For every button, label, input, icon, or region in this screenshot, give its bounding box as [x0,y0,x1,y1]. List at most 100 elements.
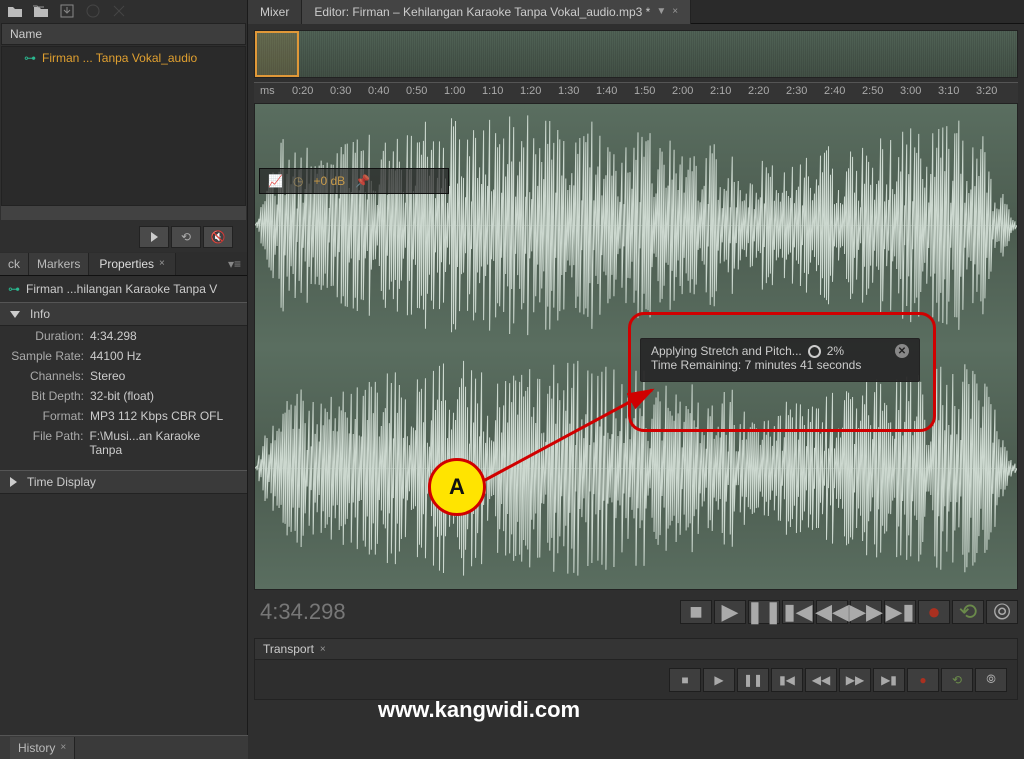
stop-button[interactable]: ■ [680,600,712,624]
disclosure-right-icon [10,477,17,487]
open-recent-icon[interactable] [32,3,50,19]
hud-controls[interactable]: 📈 ◷ +0 dB 📌 [259,168,449,194]
audio-hardware-icon [84,3,102,19]
tab-markers[interactable]: Markers [29,253,89,275]
format-label: Format: [0,409,90,423]
ruler-tick: 1:00 [444,85,465,97]
ruler-tick: 3:00 [900,85,921,97]
forward-button[interactable]: ▶▶ [839,668,871,692]
ruler-tick: 2:50 [862,85,883,97]
files-toolbar [0,0,247,22]
history-panel-bar: History × [0,735,248,759]
close-icon[interactable]: × [320,644,326,655]
files-column-header[interactable]: Name [1,23,246,45]
play-button[interactable]: ▶ [703,668,735,692]
editor-tabs: Mixer Editor: Firman – Kehilangan Karaok… [248,0,1024,24]
ruler-tick: 3:20 [976,85,997,97]
tab-editor[interactable]: Editor: Firman – Kehilangan Karaoke Tanp… [302,0,691,24]
overview-waveform[interactable] [254,30,1018,78]
file-controls: ⟲ 🔇 [0,220,247,252]
close-icon[interactable]: × [60,742,66,753]
timecode-bar: 4:34.298 ■ ▶ ❚❚ ▮◀ ◀◀ ▶▶ ▶▮ ● ⟲ ⦾ [254,592,1018,632]
ruler-tick: 0:50 [406,85,427,97]
preview-play-button[interactable] [139,226,169,248]
go-start-button[interactable]: ▮◀ [771,668,803,692]
loop-button[interactable]: ⟲ [952,600,984,624]
time-ruler[interactable]: ms 0:200:300:400:501:001:101:201:301:401… [254,82,1018,104]
go-end-button[interactable]: ▶▮ [884,600,916,624]
pin-icon[interactable]: 📌 [355,174,370,188]
time-display-label: Time Display [27,475,96,489]
time-display-section-header[interactable]: Time Display [0,470,247,494]
volume-icon[interactable]: 📈 [268,174,283,188]
go-start-button[interactable]: ▮◀ [782,600,814,624]
clock-icon[interactable]: ◷ [293,174,303,188]
skip-selection-button[interactable]: ⦾ [986,600,1018,624]
play-button[interactable]: ▶ [714,600,746,624]
tab-mixer[interactable]: Mixer [248,0,302,24]
tab-history[interactable]: History × [10,737,75,759]
format-value: MP3 112 Kbps CBR OFL [90,409,223,423]
waveform-icon: ⊶ [8,282,20,296]
channels-value: Stereo [90,369,125,383]
panel-menu-icon[interactable]: ▾≡ [222,257,247,271]
pause-button[interactable]: ❚❚ [748,600,780,624]
ruler-tick: 0:40 [368,85,389,97]
duration-label: Duration: [0,329,90,343]
hud-db-label: +0 dB [313,174,345,188]
record-button[interactable]: ● [918,600,950,624]
rewind-button[interactable]: ◀◀ [816,600,848,624]
dropdown-icon[interactable]: ▼ [656,6,666,17]
sample-rate-label: Sample Rate: [0,349,90,363]
stop-button[interactable]: ■ [669,668,701,692]
ruler-tick: 1:20 [520,85,541,97]
disclosure-down-icon [10,311,20,318]
left-channel [255,104,1017,347]
watermark-text: www.kangwidi.com [378,697,580,723]
selected-file-name: Firman ...hilangan Karaoke Tanpa V [26,282,217,296]
transport-header[interactable]: Transport × [254,638,1018,660]
transport-body: ■ ▶ ❚❚ ▮◀ ◀◀ ▶▶ ▶▮ ● ⟲ ⦾ [254,660,1018,700]
import-icon[interactable] [58,3,76,19]
ruler-start: ms [260,85,275,97]
info-body: Duration:4:34.298 Sample Rate:44100 Hz C… [0,326,247,460]
file-name: Firman ... Tanpa Vokal_audio [42,51,197,65]
overview-viewport[interactable] [255,31,299,77]
forward-button[interactable]: ▶▶ [850,600,882,624]
cancel-progress-button[interactable]: ✕ [895,344,909,358]
annotation-arrow [456,376,676,506]
channels-label: Channels: [0,369,90,383]
progress-dialog: Applying Stretch and Pitch... 2% ✕ Time … [640,338,920,382]
close-icon[interactable]: × [159,258,165,269]
bit-depth-label: Bit Depth: [0,389,90,403]
ruler-tick: 1:40 [596,85,617,97]
ruler-tick: 2:20 [748,85,769,97]
close-icon[interactable]: × [672,6,678,17]
rewind-button[interactable]: ◀◀ [805,668,837,692]
skip-selection-button[interactable]: ⦾ [975,668,1007,692]
auto-play-button[interactable]: 🔇 [203,226,233,248]
timecode-value: 4:34.298 [254,599,346,625]
waveform-icon: ⊶ [24,51,36,65]
ruler-tick: 1:10 [482,85,503,97]
file-list-scrollbar[interactable] [1,206,246,220]
pause-button[interactable]: ❚❚ [737,668,769,692]
loop-preview-button[interactable]: ⟲ [171,226,201,248]
open-file-icon[interactable] [6,3,24,19]
go-end-button[interactable]: ▶▮ [873,668,905,692]
info-section-header[interactable]: Info [0,302,247,326]
ruler-tick: 3:10 [938,85,959,97]
ruler-tick: 1:30 [558,85,579,97]
history-label: History [18,741,55,755]
loop-button[interactable]: ⟲ [941,668,973,692]
record-button[interactable]: ● [907,668,939,692]
transport-label: Transport [263,642,314,656]
transport-panel: Transport × ■ ▶ ❚❚ ▮◀ ◀◀ ▶▶ ▶▮ ● ⟲ ⦾ [254,638,1018,700]
tab-ck[interactable]: ck [0,253,29,275]
bit-depth-value: 32-bit (float) [90,389,154,403]
ruler-tick: 0:30 [330,85,351,97]
progress-percent: 2% [827,344,844,358]
tab-properties[interactable]: Properties× [89,253,176,275]
ruler-tick: 2:40 [824,85,845,97]
file-item[interactable]: ⊶ Firman ... Tanpa Vokal_audio [2,47,245,69]
